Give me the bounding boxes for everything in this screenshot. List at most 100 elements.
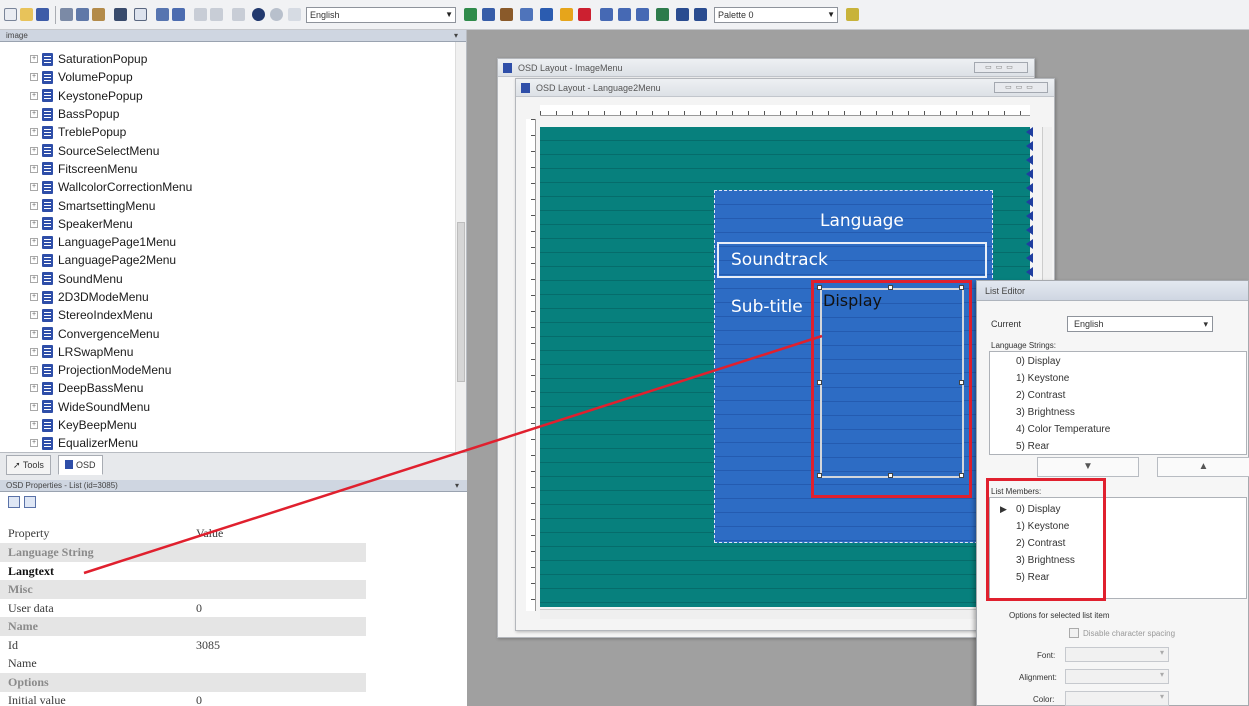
copy-icon[interactable] — [76, 8, 89, 21]
property-row[interactable]: Initial value 0 — [0, 691, 366, 706]
tree-item[interactable]: + KeyBeepMenu — [0, 416, 455, 434]
help-icon[interactable] — [156, 8, 169, 21]
alignment-combo[interactable]: ▾ — [1065, 669, 1169, 684]
move-down-button[interactable]: ▼ — [1037, 457, 1139, 477]
window-title-bar[interactable]: OSD Layout - ImageMenu ▭▭▭ — [498, 59, 1034, 77]
tab-osd[interactable]: OSD — [58, 455, 103, 475]
tree-item[interactable]: + SourceSelectMenu — [0, 141, 455, 159]
palette-combo[interactable]: Palette 0 ▼ — [714, 7, 838, 23]
tree-item[interactable]: + SaturationPopup — [0, 50, 455, 68]
tree-item[interactable]: + KeystonePopup — [0, 87, 455, 105]
language-strings-list[interactable]: 0) Display 1) Keystone 2) Contrast 3) Brigh… — [989, 351, 1247, 455]
osd-tool-8-icon[interactable] — [600, 8, 613, 21]
close-icon[interactable] — [232, 8, 245, 21]
tree-item[interactable]: + WallcolorCorrectionMenu — [0, 178, 455, 196]
tree-item[interactable]: + LanguagePage2Menu — [0, 251, 455, 269]
expand-icon[interactable]: + — [30, 219, 38, 228]
tree-item[interactable]: + SoundMenu — [0, 270, 455, 288]
tree-item[interactable]: + EqualizerMenu — [0, 434, 455, 452]
osd-tool-10-icon[interactable] — [636, 8, 649, 21]
expand-icon[interactable]: + — [30, 274, 38, 283]
tree-item[interactable]: + ConvergenceMenu — [0, 324, 455, 342]
language-string-item[interactable]: 2) Contrast — [1016, 390, 1065, 401]
expand-icon[interactable]: + — [30, 91, 38, 100]
expand-icon[interactable]: + — [30, 311, 38, 320]
expand-icon[interactable]: + — [30, 183, 38, 192]
tree-item[interactable]: + VolumePopup — [0, 68, 455, 86]
language-combo[interactable]: English ▼ — [306, 7, 456, 23]
tree-item[interactable]: + BassPopup — [0, 105, 455, 123]
tree-item[interactable]: + TreblePopup — [0, 123, 455, 141]
tree-item[interactable]: + SpeakerMenu — [0, 215, 455, 233]
whatsthis-icon[interactable] — [172, 8, 185, 21]
tree-scrollbar[interactable] — [455, 42, 466, 452]
pointer-icon[interactable] — [114, 8, 127, 21]
sort-icon[interactable] — [8, 496, 20, 508]
settings-icon[interactable] — [270, 8, 283, 21]
expand-icon[interactable]: + — [30, 164, 38, 173]
save-icon[interactable] — [36, 8, 49, 21]
scrollbar-thumb[interactable] — [457, 222, 465, 382]
expand-icon[interactable]: + — [30, 73, 38, 82]
expand-icon[interactable]: + — [30, 55, 38, 64]
expand-icon[interactable]: + — [30, 201, 38, 210]
expand-icon[interactable]: + — [30, 110, 38, 119]
font-combo[interactable]: ▾ — [1065, 647, 1169, 662]
move-up-button[interactable]: ▲ — [1157, 457, 1249, 477]
pin-icon[interactable]: ▾ — [454, 30, 458, 41]
osd-tool-6-icon[interactable] — [560, 8, 573, 21]
expand-icon[interactable]: + — [30, 256, 38, 265]
osd-tool-13-icon[interactable] — [694, 8, 707, 21]
tree-item[interactable]: + DeepBassMenu — [0, 379, 455, 397]
pencil-icon[interactable] — [846, 8, 859, 21]
osd-tool-7-icon[interactable] — [578, 8, 591, 21]
redo-icon[interactable] — [210, 8, 223, 21]
language-string-item[interactable]: 4) Color Temperature — [1016, 424, 1110, 435]
expand-icon[interactable]: + — [30, 293, 38, 301]
expand-icon[interactable]: + — [30, 421, 38, 430]
undo-icon[interactable] — [194, 8, 207, 21]
property-row[interactable]: User data 0 — [0, 599, 366, 618]
color-combo[interactable]: ▾ — [1065, 691, 1169, 706]
language-string-item[interactable]: 1) Keystone — [1016, 373, 1069, 384]
tree-item[interactable]: +2D3DModeMenu — [0, 288, 455, 306]
property-row[interactable]: Langtext — [0, 562, 366, 581]
paste-icon[interactable] — [92, 8, 105, 21]
canvas-scrollbar-horizontal[interactable] — [540, 609, 1040, 619]
language-string-item[interactable]: 5) Rear — [1016, 441, 1049, 452]
osd-tool-9-icon[interactable] — [618, 8, 631, 21]
tab-tools[interactable]: ➚ Tools — [6, 455, 51, 475]
tree-item[interactable]: + ProjectionModeMenu — [0, 361, 455, 379]
expand-icon[interactable]: + — [30, 439, 38, 448]
expand-icon[interactable]: + — [30, 329, 38, 338]
tree-item[interactable]: + StereoIndexMenu — [0, 306, 455, 324]
osd-tool-11-icon[interactable] — [656, 8, 669, 21]
window-buttons[interactable]: ▭▭▭ — [974, 62, 1028, 73]
osd-tool-3-icon[interactable] — [500, 8, 513, 21]
expand-icon[interactable]: + — [30, 402, 38, 411]
expand-icon[interactable]: + — [30, 384, 38, 393]
osd-tool-1-icon[interactable] — [464, 8, 477, 21]
expand-icon[interactable]: + — [30, 146, 38, 155]
expand-icon[interactable]: + — [30, 366, 38, 375]
osd-tool-12-icon[interactable] — [676, 8, 689, 21]
categorize-icon[interactable] — [24, 496, 36, 508]
expand-icon[interactable]: + — [30, 238, 38, 247]
grid-icon[interactable] — [134, 8, 147, 21]
pin-icon[interactable]: ▾ — [455, 480, 459, 491]
property-row[interactable]: Name — [0, 654, 366, 673]
tree-item[interactable]: + LRSwapMenu — [0, 343, 455, 361]
language-string-item[interactable]: 0) Display — [1016, 356, 1060, 367]
property-row[interactable]: Id 3085 — [0, 636, 366, 655]
osd-tool-5-icon[interactable] — [540, 8, 553, 21]
language-string-item[interactable]: 3) Brightness — [1016, 407, 1075, 418]
tree-item[interactable]: + SmartsettingMenu — [0, 196, 455, 214]
disable-spacing-checkbox[interactable] — [1069, 628, 1079, 638]
current-language-combo[interactable]: English ▾ — [1067, 316, 1213, 332]
text-icon[interactable] — [288, 8, 301, 21]
new-icon[interactable] — [4, 8, 17, 21]
expand-icon[interactable]: + — [30, 128, 38, 137]
tree-item[interactable]: + LanguagePage1Menu — [0, 233, 455, 251]
tree-item[interactable]: + WideSoundMenu — [0, 398, 455, 416]
tree-item[interactable]: + FitscreenMenu — [0, 160, 455, 178]
